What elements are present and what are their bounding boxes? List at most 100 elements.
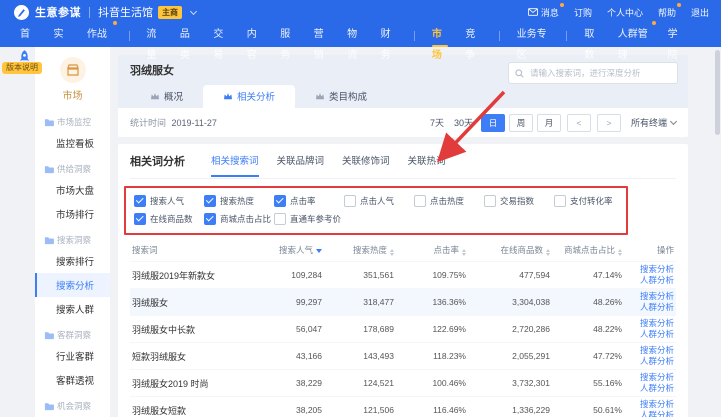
metric-checkbox-0-0[interactable]: 搜索人气 bbox=[134, 195, 204, 207]
sidebar-item-0-0[interactable]: 监控看板 bbox=[35, 131, 110, 155]
value-cell: 109.75% bbox=[400, 270, 472, 280]
header-link-0[interactable]: 消息 bbox=[528, 6, 559, 19]
scrollbar[interactable] bbox=[715, 50, 720, 415]
value-cell: 109,284 bbox=[268, 270, 328, 280]
metrics-area: 搜索人气搜索热度点击率点击人气点击热度交易指数支付转化率在线商品数商城点击占比直… bbox=[130, 193, 676, 226]
nav-item-11[interactable]: 财务 bbox=[381, 24, 397, 47]
column-header-1[interactable]: 搜索人气 bbox=[268, 244, 328, 256]
sidebar-item-1-1[interactable]: 市场排行 bbox=[35, 202, 110, 226]
nav-item-8[interactable]: 服务 bbox=[280, 24, 296, 47]
nav-item-14[interactable]: 竞争 bbox=[465, 24, 481, 47]
nav-item-19[interactable]: 人群管理 bbox=[618, 24, 651, 47]
nav-item-0[interactable]: 首页 bbox=[20, 24, 36, 47]
action-link-0[interactable]: 搜索分析 bbox=[640, 373, 674, 383]
metric-checkbox-1-1[interactable]: 商城点击占比 bbox=[204, 213, 274, 225]
metric-checkbox-0-3[interactable]: 点击人气 bbox=[344, 195, 414, 207]
sidebar-group-2[interactable]: 搜索洞察 bbox=[35, 226, 110, 249]
metric-checkbox-0-1[interactable]: 搜索热度 bbox=[204, 195, 274, 207]
store-name: 抖音生活馆 bbox=[98, 4, 153, 20]
nav-item-13[interactable]: 市场 bbox=[432, 24, 448, 47]
actions-cell: 搜索分析人群分析 bbox=[628, 343, 676, 369]
metric-checkbox-0-6[interactable]: 支付转化率 bbox=[554, 195, 624, 207]
value-cell: 116.46% bbox=[400, 405, 472, 415]
sidebar-item-3-0[interactable]: 行业客群 bbox=[35, 344, 110, 368]
table-header: 搜索词搜索人气搜索热度点击率在线商品数商城点击占比操作 bbox=[130, 239, 676, 261]
date-unit-1[interactable]: 周 bbox=[509, 114, 533, 132]
next-page-button[interactable]: > bbox=[597, 114, 621, 132]
sidebar-item-3-1[interactable]: 客群透视 bbox=[35, 368, 110, 392]
action-link-0[interactable]: 搜索分析 bbox=[640, 346, 674, 356]
action-link-1[interactable]: 人群分析 bbox=[640, 303, 674, 313]
keyword-tab-0[interactable]: 概况 bbox=[130, 85, 203, 108]
table-row-4: 羽绒服女2019 时尚38,229124,521100.46%3,732,301… bbox=[130, 369, 676, 396]
prev-page-button[interactable]: < bbox=[567, 114, 591, 132]
action-link-0[interactable]: 搜索分析 bbox=[640, 319, 674, 329]
keyword-tab-1[interactable]: 相关分析 bbox=[203, 85, 295, 108]
analysis-tab-0[interactable]: 相关搜索词 bbox=[211, 153, 259, 169]
action-link-0[interactable]: 搜索分析 bbox=[640, 265, 674, 275]
date-unit-0[interactable]: 日 bbox=[481, 114, 505, 132]
column-label: 在线商品数 bbox=[500, 245, 543, 255]
nav-item-20[interactable]: 学院 bbox=[668, 24, 684, 47]
action-link-0[interactable]: 搜索分析 bbox=[640, 400, 674, 410]
nav-item-5[interactable]: 品类 bbox=[180, 24, 196, 47]
sidebar-item-2-2[interactable]: 搜索人群 bbox=[35, 297, 110, 321]
keyword-tab-2[interactable]: 类目构成 bbox=[295, 85, 387, 108]
nav-item-16[interactable]: 业务专区 bbox=[517, 24, 550, 47]
nav-item-7[interactable]: 内容 bbox=[247, 24, 263, 47]
version-note-badge[interactable]: 版本说明 bbox=[2, 62, 42, 74]
sidebar-group-4[interactable]: 机会洞察 bbox=[35, 392, 110, 415]
nav-item-9[interactable]: 营销 bbox=[314, 24, 330, 47]
nav-item-2[interactable]: 作战室 bbox=[87, 24, 112, 47]
range-7d-button[interactable]: 7天 bbox=[428, 116, 446, 129]
terminal-filter-dropdown[interactable]: 所有终端 bbox=[631, 116, 676, 129]
analysis-tab-1[interactable]: 关联品牌词 bbox=[277, 153, 325, 169]
column-header-4[interactable]: 在线商品数 bbox=[472, 244, 556, 256]
search-input[interactable] bbox=[528, 67, 671, 79]
metric-checkbox-0-5[interactable]: 交易指数 bbox=[484, 195, 554, 207]
action-link-1[interactable]: 人群分析 bbox=[640, 411, 674, 417]
sidebar-group-3[interactable]: 客群洞察 bbox=[35, 321, 110, 344]
sidebar-group-label: 市场监控 bbox=[57, 116, 91, 128]
nav-item-1[interactable]: 实时 bbox=[53, 24, 69, 47]
metric-checkbox-0-2[interactable]: 点击率 bbox=[274, 195, 344, 207]
folder-icon bbox=[44, 118, 54, 127]
header-links: 消息 订购 个人中心 帮助 退出 bbox=[528, 0, 709, 24]
metric-checkbox-1-0[interactable]: 在线商品数 bbox=[134, 213, 204, 225]
range-30d-button[interactable]: 30天 bbox=[452, 116, 475, 129]
nav-item-18[interactable]: 取数 bbox=[584, 24, 600, 47]
scrollbar-thumb[interactable] bbox=[715, 50, 720, 135]
analysis-tab-3[interactable]: 关联热词 bbox=[408, 153, 446, 169]
value-cell: 47.72% bbox=[556, 351, 628, 361]
folder-icon bbox=[44, 331, 54, 340]
header-top-row: 生意参谋 抖音生活馆 主商 消息订购个人中心帮助退出 bbox=[0, 0, 721, 24]
analysis-tab-2[interactable]: 关联修饰词 bbox=[342, 153, 390, 169]
column-header-2[interactable]: 搜索热度 bbox=[328, 244, 400, 256]
header-link-2[interactable]: 个人中心 bbox=[607, 6, 643, 19]
action-link-1[interactable]: 人群分析 bbox=[640, 330, 674, 340]
sidebar-item-1-0[interactable]: 市场大盘 bbox=[35, 178, 110, 202]
sidebar-item-2-1[interactable]: 搜索分析 bbox=[35, 273, 110, 297]
action-link-1[interactable]: 人群分析 bbox=[640, 384, 674, 394]
header-link-3[interactable]: 帮助 bbox=[658, 6, 676, 19]
header-link-1[interactable]: 订购 bbox=[574, 6, 592, 19]
crown-icon bbox=[315, 92, 325, 100]
sidebar-group-1[interactable]: 供给洞察 bbox=[35, 155, 110, 178]
header-link-4[interactable]: 退出 bbox=[691, 6, 709, 19]
date-unit-2[interactable]: 月 bbox=[537, 114, 561, 132]
sidebar-group-0[interactable]: 市场监控 bbox=[35, 108, 110, 131]
sidebar-item-2-0[interactable]: 搜索排行 bbox=[35, 249, 110, 273]
action-link-1[interactable]: 人群分析 bbox=[640, 357, 674, 367]
nav-item-10[interactable]: 物流 bbox=[347, 24, 363, 47]
store-switcher[interactable]: 抖音生活馆 主商 bbox=[98, 4, 196, 20]
metric-checkbox-0-4[interactable]: 点击热度 bbox=[414, 195, 484, 207]
action-link-1[interactable]: 人群分析 bbox=[640, 276, 674, 286]
action-link-0[interactable]: 搜索分析 bbox=[640, 292, 674, 302]
column-header-5[interactable]: 商城点击占比 bbox=[556, 244, 628, 256]
nav-item-6[interactable]: 交易 bbox=[213, 24, 229, 47]
metric-checkbox-1-2[interactable]: 直通车参考价 bbox=[274, 213, 344, 225]
nav-item-4[interactable]: 流量 bbox=[146, 24, 162, 47]
nav-divider bbox=[499, 31, 500, 41]
value-cell: 47.14% bbox=[556, 270, 628, 280]
column-header-3[interactable]: 点击率 bbox=[400, 244, 472, 256]
